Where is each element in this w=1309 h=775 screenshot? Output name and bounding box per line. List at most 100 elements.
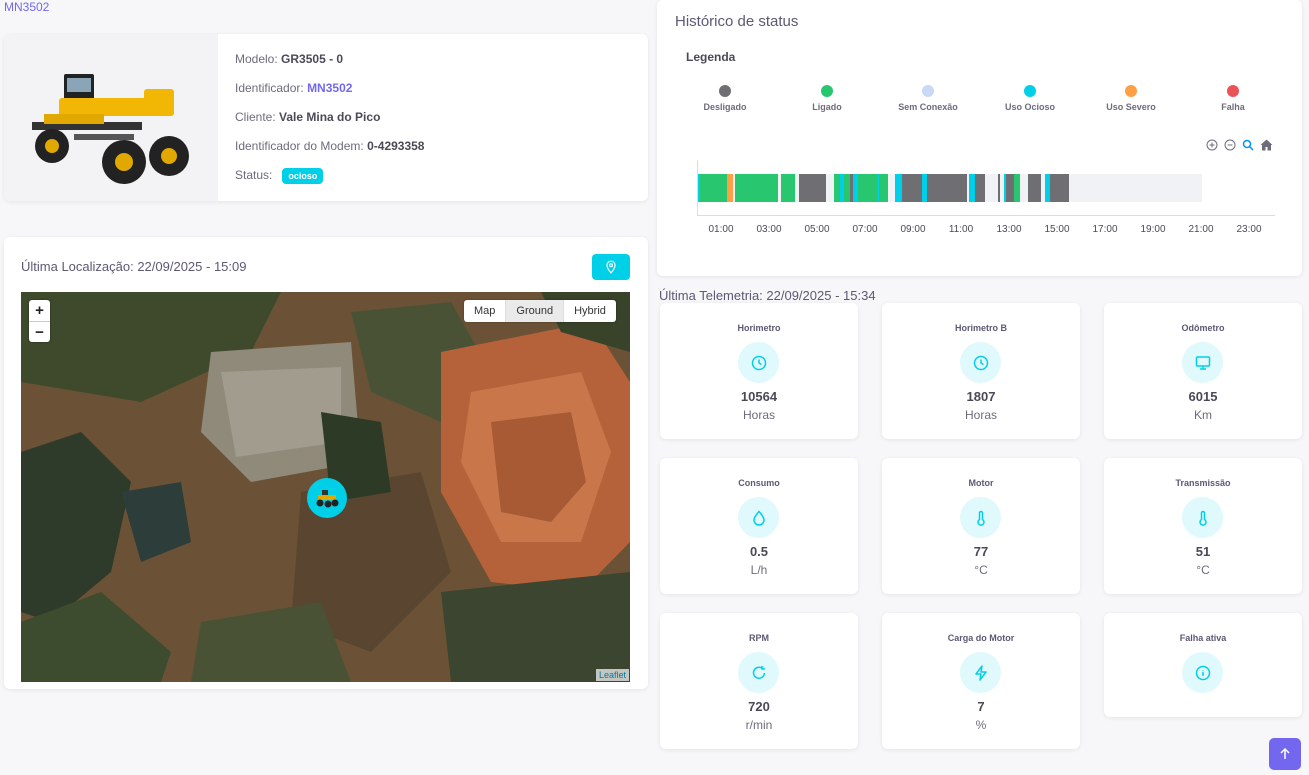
legend-label: Uso Ocioso (1004, 102, 1055, 112)
tile-value: 0.5 (749, 544, 769, 559)
tile-unit: Horas (742, 408, 775, 422)
telemetry-tile: Transmissão 51 °C (1104, 458, 1302, 594)
satellite-map[interactable]: + − Map Ground Hybrid Leaflet (21, 292, 630, 682)
leaflet-attribution[interactable]: Leaflet (595, 669, 629, 681)
timeline-tick-label: 13:00 (996, 224, 1022, 235)
zoom-out-button[interactable]: − (29, 321, 50, 342)
timeline-segment[interactable] (927, 174, 967, 202)
magnifier-icon[interactable] (1241, 138, 1255, 152)
timeline-segment[interactable] (879, 174, 888, 202)
tile-name: RPM (749, 633, 769, 643)
timeline-tick-label: 11:00 (948, 224, 974, 235)
timeline-tick-label: 03:00 (756, 224, 782, 235)
tile-name: Falha ativa (1179, 633, 1227, 643)
tile-unit: r/min (745, 718, 773, 732)
tile-name: Transmissão (1175, 478, 1231, 488)
legend-dot (922, 85, 934, 97)
timeline-segment[interactable] (857, 174, 878, 202)
timeline-tick-label: 09:00 (900, 224, 926, 235)
thermometer-icon (1182, 497, 1223, 538)
timeline-segment[interactable] (826, 174, 834, 202)
equipment-marker[interactable] (307, 478, 347, 518)
home-icon[interactable] (1259, 138, 1273, 152)
equipment-card: Modelo: GR3505 - 0 Identificador: MN3502… (4, 34, 648, 201)
tile-name: Consumo (738, 478, 780, 488)
tile-value: 1807 (966, 389, 996, 404)
status-row: Status: ocioso (235, 168, 424, 197)
breadcrumb[interactable]: MN3502 (4, 0, 49, 14)
telemetry-tile: RPM 720 r/min (660, 613, 858, 749)
legend-dot (1227, 85, 1239, 97)
tile-unit: Horas (964, 408, 997, 422)
tile-value: 10564 (740, 389, 778, 404)
timeline-segment[interactable] (1019, 174, 1028, 202)
legend-dot (821, 85, 833, 97)
legend-dot (1125, 85, 1137, 97)
tile-unit: Km (1194, 408, 1212, 422)
timeline-segment[interactable] (798, 174, 827, 202)
zoom-in-button[interactable]: + (29, 300, 50, 321)
bolt-icon (960, 652, 1001, 693)
status-label: Status: (235, 168, 273, 182)
legend-dot (1024, 85, 1036, 97)
timeline-tick-label: 21:00 (1188, 224, 1214, 235)
client-value: Vale Mina do Pico (279, 110, 381, 124)
chart-toolbar (1205, 138, 1273, 152)
droplet-icon (738, 497, 779, 538)
tile-name: Horimetro B (954, 323, 1007, 333)
timeline-segment[interactable] (894, 174, 902, 202)
zoom-out-icon[interactable] (1223, 138, 1237, 152)
timeline-segment[interactable] (1006, 174, 1014, 202)
map-type-ground[interactable]: Ground (506, 300, 565, 322)
telemetry-title: Última Telemetria: 22/09/2025 - 15:34 (659, 288, 876, 303)
clock-icon (738, 342, 779, 383)
map-type-hybrid[interactable]: Hybrid (564, 300, 616, 322)
tile-value: 77 (973, 544, 989, 559)
status-history-card: Histórico de status Legenda Desligado Li… (657, 0, 1302, 276)
timeline-segment[interactable] (902, 174, 923, 202)
timeline-tick-label: 15:00 (1044, 224, 1070, 235)
client-row: Cliente: Vale Mina do Pico (235, 110, 424, 139)
clock-icon (960, 342, 1001, 383)
timeline-segment[interactable] (984, 174, 998, 202)
model-row: Modelo: GR3505 - 0 (235, 52, 424, 81)
tile-unit: L/h (750, 563, 768, 577)
legend-label: Sem Conexão (898, 102, 958, 112)
timeline-segment[interactable] (1028, 174, 1042, 202)
timeline-segment[interactable] (780, 174, 796, 202)
timeline-tick-label: 05:00 (804, 224, 830, 235)
thermometer-icon (960, 497, 1001, 538)
location-title: Última Localização: 22/09/2025 - 15:09 (21, 259, 247, 274)
timeline-segment[interactable] (1049, 174, 1069, 202)
locate-button[interactable] (592, 254, 630, 280)
identifier-row: Identificador: MN3502 (235, 81, 424, 110)
legend-label: Ligado (812, 102, 842, 112)
timeline-segment[interactable] (887, 174, 895, 202)
legend-ligado: Ligado (782, 85, 872, 112)
history-title: Histórico de status (675, 13, 799, 30)
modem-label: Identificador do Modem: (235, 139, 364, 153)
timeline-segment[interactable] (975, 174, 985, 202)
zoom-in-icon[interactable] (1205, 138, 1219, 152)
identifier-link[interactable]: MN3502 (307, 81, 352, 95)
timeline-segment[interactable] (735, 174, 779, 202)
legend-uso-severo: Uso Severo (1086, 85, 1176, 112)
timeline-segment[interactable] (700, 174, 727, 202)
legend-dot (719, 85, 731, 97)
map-type-map[interactable]: Map (464, 300, 507, 322)
telemetry-tile: Horimetro B 1807 Horas (882, 303, 1080, 439)
telemetry-tile: Motor 77 °C (882, 458, 1080, 594)
legend-label: Desligado (703, 102, 747, 112)
timeline-segment[interactable] (1068, 174, 1202, 202)
legend-desligado: Desligado (680, 85, 770, 112)
arrow-up-icon (1280, 748, 1290, 759)
modem-row: Identificador do Modem: 0-4293358 (235, 139, 424, 168)
location-card: Última Localização: 22/09/2025 - 15:09 +… (4, 237, 648, 689)
tile-name: Horimetro (737, 323, 781, 333)
tile-value: 51 (1195, 544, 1211, 559)
legend-falha: Falha (1188, 85, 1278, 112)
scroll-top-button[interactable] (1269, 738, 1301, 770)
model-label: Modelo: (235, 52, 278, 66)
modem-value: 0-4293358 (367, 139, 425, 153)
tile-unit: % (975, 718, 987, 732)
